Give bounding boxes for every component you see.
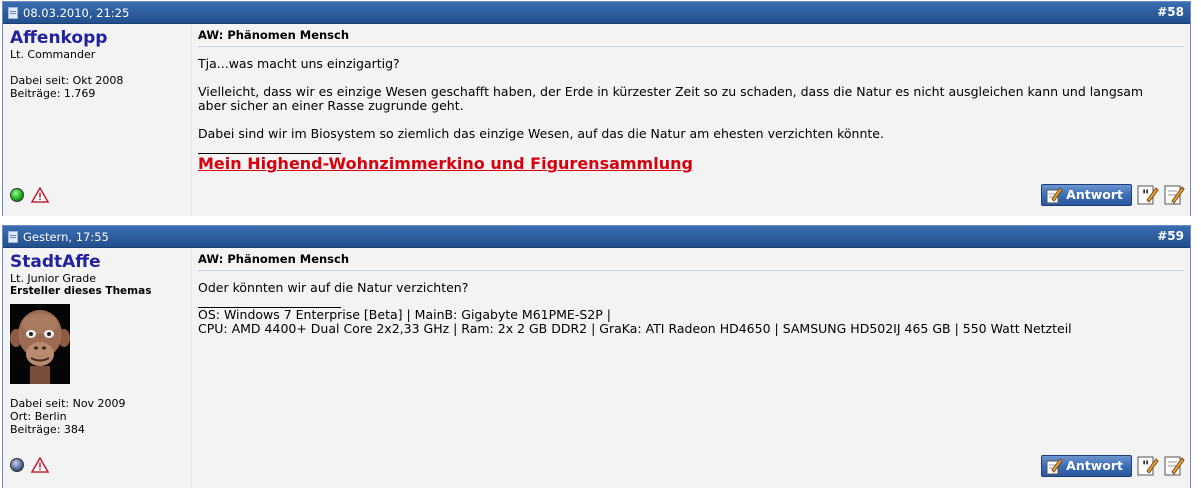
reply-button[interactable]: Antwort (1041, 455, 1132, 477)
post-58: 08.03.2010, 21:25 #58 Affenkopp Lt. Comm… (2, 1, 1191, 216)
signature-link[interactable]: Mein Highend-Wohnzimmerkino und Figurens… (198, 154, 693, 173)
post-date: Gestern, 17:55 (23, 229, 109, 244)
thread-starter-label: Ersteller dieses Themas (10, 285, 152, 297)
report-post-icon[interactable] (31, 187, 49, 203)
pen-icon (1046, 187, 1063, 204)
post-59: Gestern, 17:55 #59 StadtAffe Lt. Junior … (2, 225, 1191, 488)
post-message: Oder könnten wir auf die Natur verzichte… (198, 281, 1184, 295)
post-date: 08.03.2010, 21:25 (23, 5, 130, 20)
report-post-icon[interactable] (31, 457, 49, 473)
quote-icon[interactable]: " (1135, 184, 1159, 206)
user-joined: Dabei seit: Nov 2009 (10, 397, 126, 410)
message-paragraph: Dabei sind wir im Biosystem so ziemlich … (198, 126, 884, 141)
post-number-link[interactable]: #58 (1157, 5, 1184, 19)
user-info: StadtAffe Lt. Junior Grade Ersteller die… (3, 248, 192, 488)
monkey-avatar-image (10, 304, 70, 384)
username-link[interactable]: StadtAffe (10, 252, 184, 272)
reply-label: Antwort (1066, 458, 1123, 473)
user-joined: Dabei seit: Okt 2008 (10, 74, 124, 87)
signature: OS: Windows 7 Enterprise [Beta] | MainB:… (198, 308, 1184, 336)
user-posts-count: Beiträge: 384 (10, 423, 85, 436)
post-message: Tja...was macht uns einzigartig? Viellei… (198, 57, 1184, 141)
online-status-icon (10, 188, 24, 202)
message-paragraph: Tja...was macht uns einzigartig? (198, 56, 400, 71)
post-actions: Antwort " (1041, 455, 1186, 477)
signature-line: CPU: AMD 4400+ Dual Core 2x2,33 GHz | Ra… (198, 321, 1072, 336)
post-header: 08.03.2010, 21:25 #58 (3, 2, 1190, 24)
user-info: Affenkopp Lt. Commander Dabei seit: Okt … (3, 24, 192, 216)
reply-label: Antwort (1066, 187, 1123, 202)
multiquote-icon[interactable] (1162, 184, 1186, 206)
avatar[interactable] (10, 304, 70, 384)
username-link[interactable]: Affenkopp (10, 28, 184, 48)
post-header: Gestern, 17:55 #59 (3, 226, 1190, 248)
user-posts-count: Beiträge: 1.769 (10, 87, 96, 100)
document-icon (8, 230, 18, 243)
reply-button[interactable]: Antwort (1041, 184, 1132, 206)
post-number-link[interactable]: #59 (1157, 229, 1184, 243)
message-area: AW: Phänomen Mensch Tja...was macht uns … (192, 24, 1190, 216)
message-paragraph: Vielleicht, dass wir es einzige Wesen ge… (198, 84, 1144, 113)
signature-line: OS: Windows 7 Enterprise [Beta] | MainB:… (198, 307, 611, 322)
user-location: Ort: Berlin (10, 410, 67, 423)
message-area: AW: Phänomen Mensch Oder könnten wir auf… (192, 248, 1190, 488)
pen-icon (1046, 458, 1063, 475)
user-title: Lt. Junior Grade (10, 272, 96, 285)
document-icon (8, 6, 18, 19)
post-title: AW: Phänomen Mensch (198, 252, 1184, 271)
user-title: Lt. Commander (10, 48, 96, 61)
multiquote-icon[interactable] (1162, 455, 1186, 477)
offline-status-icon (10, 458, 24, 472)
post-actions: Antwort " (1041, 184, 1186, 206)
post-title: AW: Phänomen Mensch (198, 28, 1184, 47)
message-paragraph: Oder könnten wir auf die Natur verzichte… (198, 280, 469, 295)
quote-icon[interactable]: " (1135, 455, 1159, 477)
